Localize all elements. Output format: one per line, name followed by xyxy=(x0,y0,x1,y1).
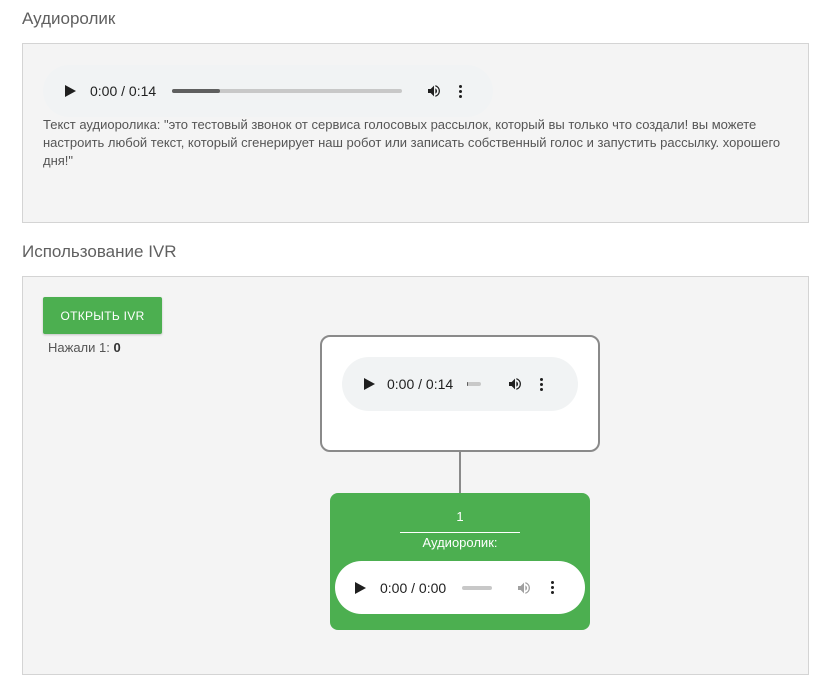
audio-description: Текст аудиоролика: "это тестовый звонок … xyxy=(43,117,781,168)
player-time: 0:00 / 0:14 xyxy=(387,376,454,392)
child-audio-player[interactable]: 0:00 / 0:00 xyxy=(335,561,585,614)
more-vert-icon[interactable] xyxy=(539,377,543,391)
more-vert-icon[interactable] xyxy=(550,581,554,594)
volume-icon[interactable] xyxy=(426,83,442,99)
progress-track[interactable] xyxy=(467,382,482,386)
ivr-section-title: Использование IVR xyxy=(22,242,177,261)
more-vert-icon[interactable] xyxy=(458,84,462,98)
tree-connector xyxy=(459,452,461,493)
play-icon[interactable] xyxy=(364,378,375,390)
child-label: Аудиоролик: xyxy=(422,535,498,550)
child-key: 1 xyxy=(456,509,464,524)
progress-fill xyxy=(172,89,221,93)
volume-icon[interactable] xyxy=(516,580,532,596)
pressed-counter: Нажали 1: 0 xyxy=(48,340,121,355)
open-ivr-button[interactable]: ОТКРЫТЬ IVR xyxy=(43,297,162,334)
progress-track[interactable] xyxy=(462,585,493,590)
play-icon[interactable] xyxy=(65,85,76,97)
pressed-label: Нажали 1: xyxy=(48,340,110,355)
progress-track[interactable] xyxy=(172,89,403,93)
audio-panel: 0:00 / 0:14 Текст аудиоролика: "это тест… xyxy=(22,43,809,223)
play-icon[interactable] xyxy=(355,581,366,594)
audio-player[interactable]: 0:00 / 0:14 xyxy=(43,65,493,117)
audio-section-title: Аудиоролик xyxy=(22,9,116,28)
pressed-count: 0 xyxy=(113,340,121,355)
ivr-child-node: 1 Аудиоролик: 0:00 / 0:00 xyxy=(330,493,590,630)
ivr-panel: ОТКРЫТЬ IVR Нажали 1: 0 0:00 / 0:14 1 Ау… xyxy=(22,276,809,675)
ivr-root-node: 0:00 / 0:14 xyxy=(320,335,600,452)
progress-fill xyxy=(467,382,468,386)
player-time: 0:00 / 0:14 xyxy=(90,83,157,99)
child-divider xyxy=(400,532,520,533)
root-audio-player[interactable]: 0:00 / 0:14 xyxy=(342,357,578,411)
volume-icon[interactable] xyxy=(507,376,523,392)
player-time: 0:00 / 0:00 xyxy=(380,579,447,596)
